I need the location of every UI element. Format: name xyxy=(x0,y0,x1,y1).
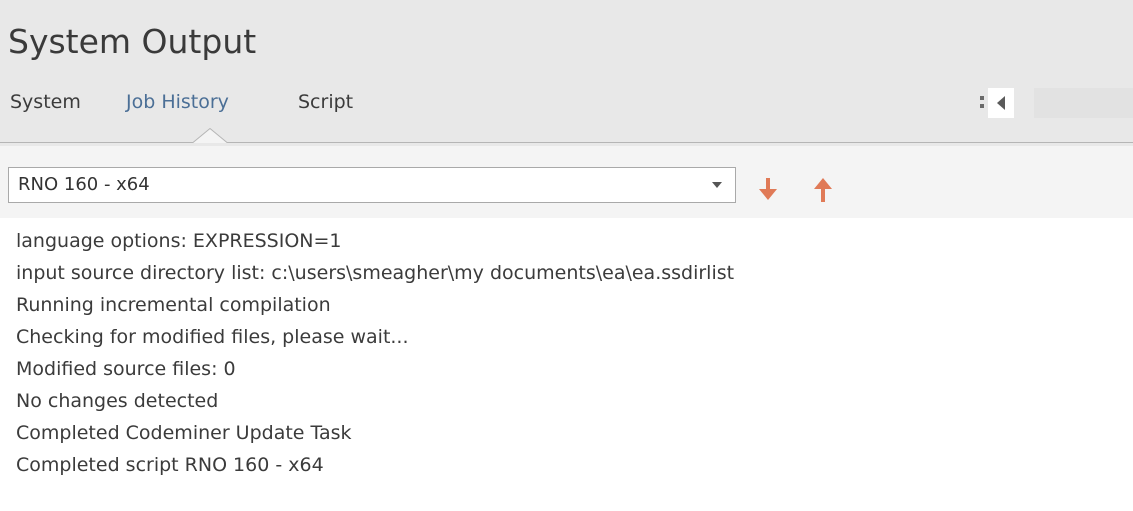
tab-script[interactable]: Script xyxy=(298,86,353,118)
chevron-left-icon xyxy=(997,96,1005,110)
panel-header: System Output System Job History Script xyxy=(0,0,1133,146)
output-line: No changes detected xyxy=(16,390,219,412)
dropdown-arrow-icon xyxy=(712,182,722,188)
tab-scroll-track[interactable] xyxy=(1034,88,1133,118)
output-line: input source directory list: c:\users\sm… xyxy=(16,262,735,284)
output-log[interactable]: language options: EXPRESSION=1 input sou… xyxy=(16,225,1116,481)
job-select[interactable]: RNO 160 - x64 xyxy=(8,167,736,203)
window-title: System Output xyxy=(8,22,257,61)
toolbar: RNO 160 - x64 xyxy=(0,146,1133,218)
tab-divider xyxy=(0,142,1133,143)
output-line: Completed script RNO 160 - x64 xyxy=(16,454,324,476)
output-line: Running incremental compilation xyxy=(16,294,331,316)
arrow-up-icon xyxy=(814,178,832,202)
arrow-down-icon xyxy=(759,178,777,200)
output-line: Modified source files: 0 xyxy=(16,358,236,380)
job-select-value: RNO 160 - x64 xyxy=(18,174,150,195)
scroll-left-button[interactable] xyxy=(988,88,1014,118)
output-line: Checking for modified files, please wait… xyxy=(16,326,409,348)
tab-system[interactable]: System xyxy=(10,86,81,118)
tab-job-history[interactable]: Job History xyxy=(126,86,229,118)
tab-scroll-area xyxy=(978,88,1133,118)
tab-bar: System Job History Script xyxy=(0,86,940,118)
output-line: Completed Codeminer Update Task xyxy=(16,422,352,444)
previous-button[interactable] xyxy=(811,176,835,204)
grip-icon[interactable] xyxy=(978,94,986,112)
output-line: language options: EXPRESSION=1 xyxy=(16,230,342,252)
next-button[interactable] xyxy=(756,176,780,204)
